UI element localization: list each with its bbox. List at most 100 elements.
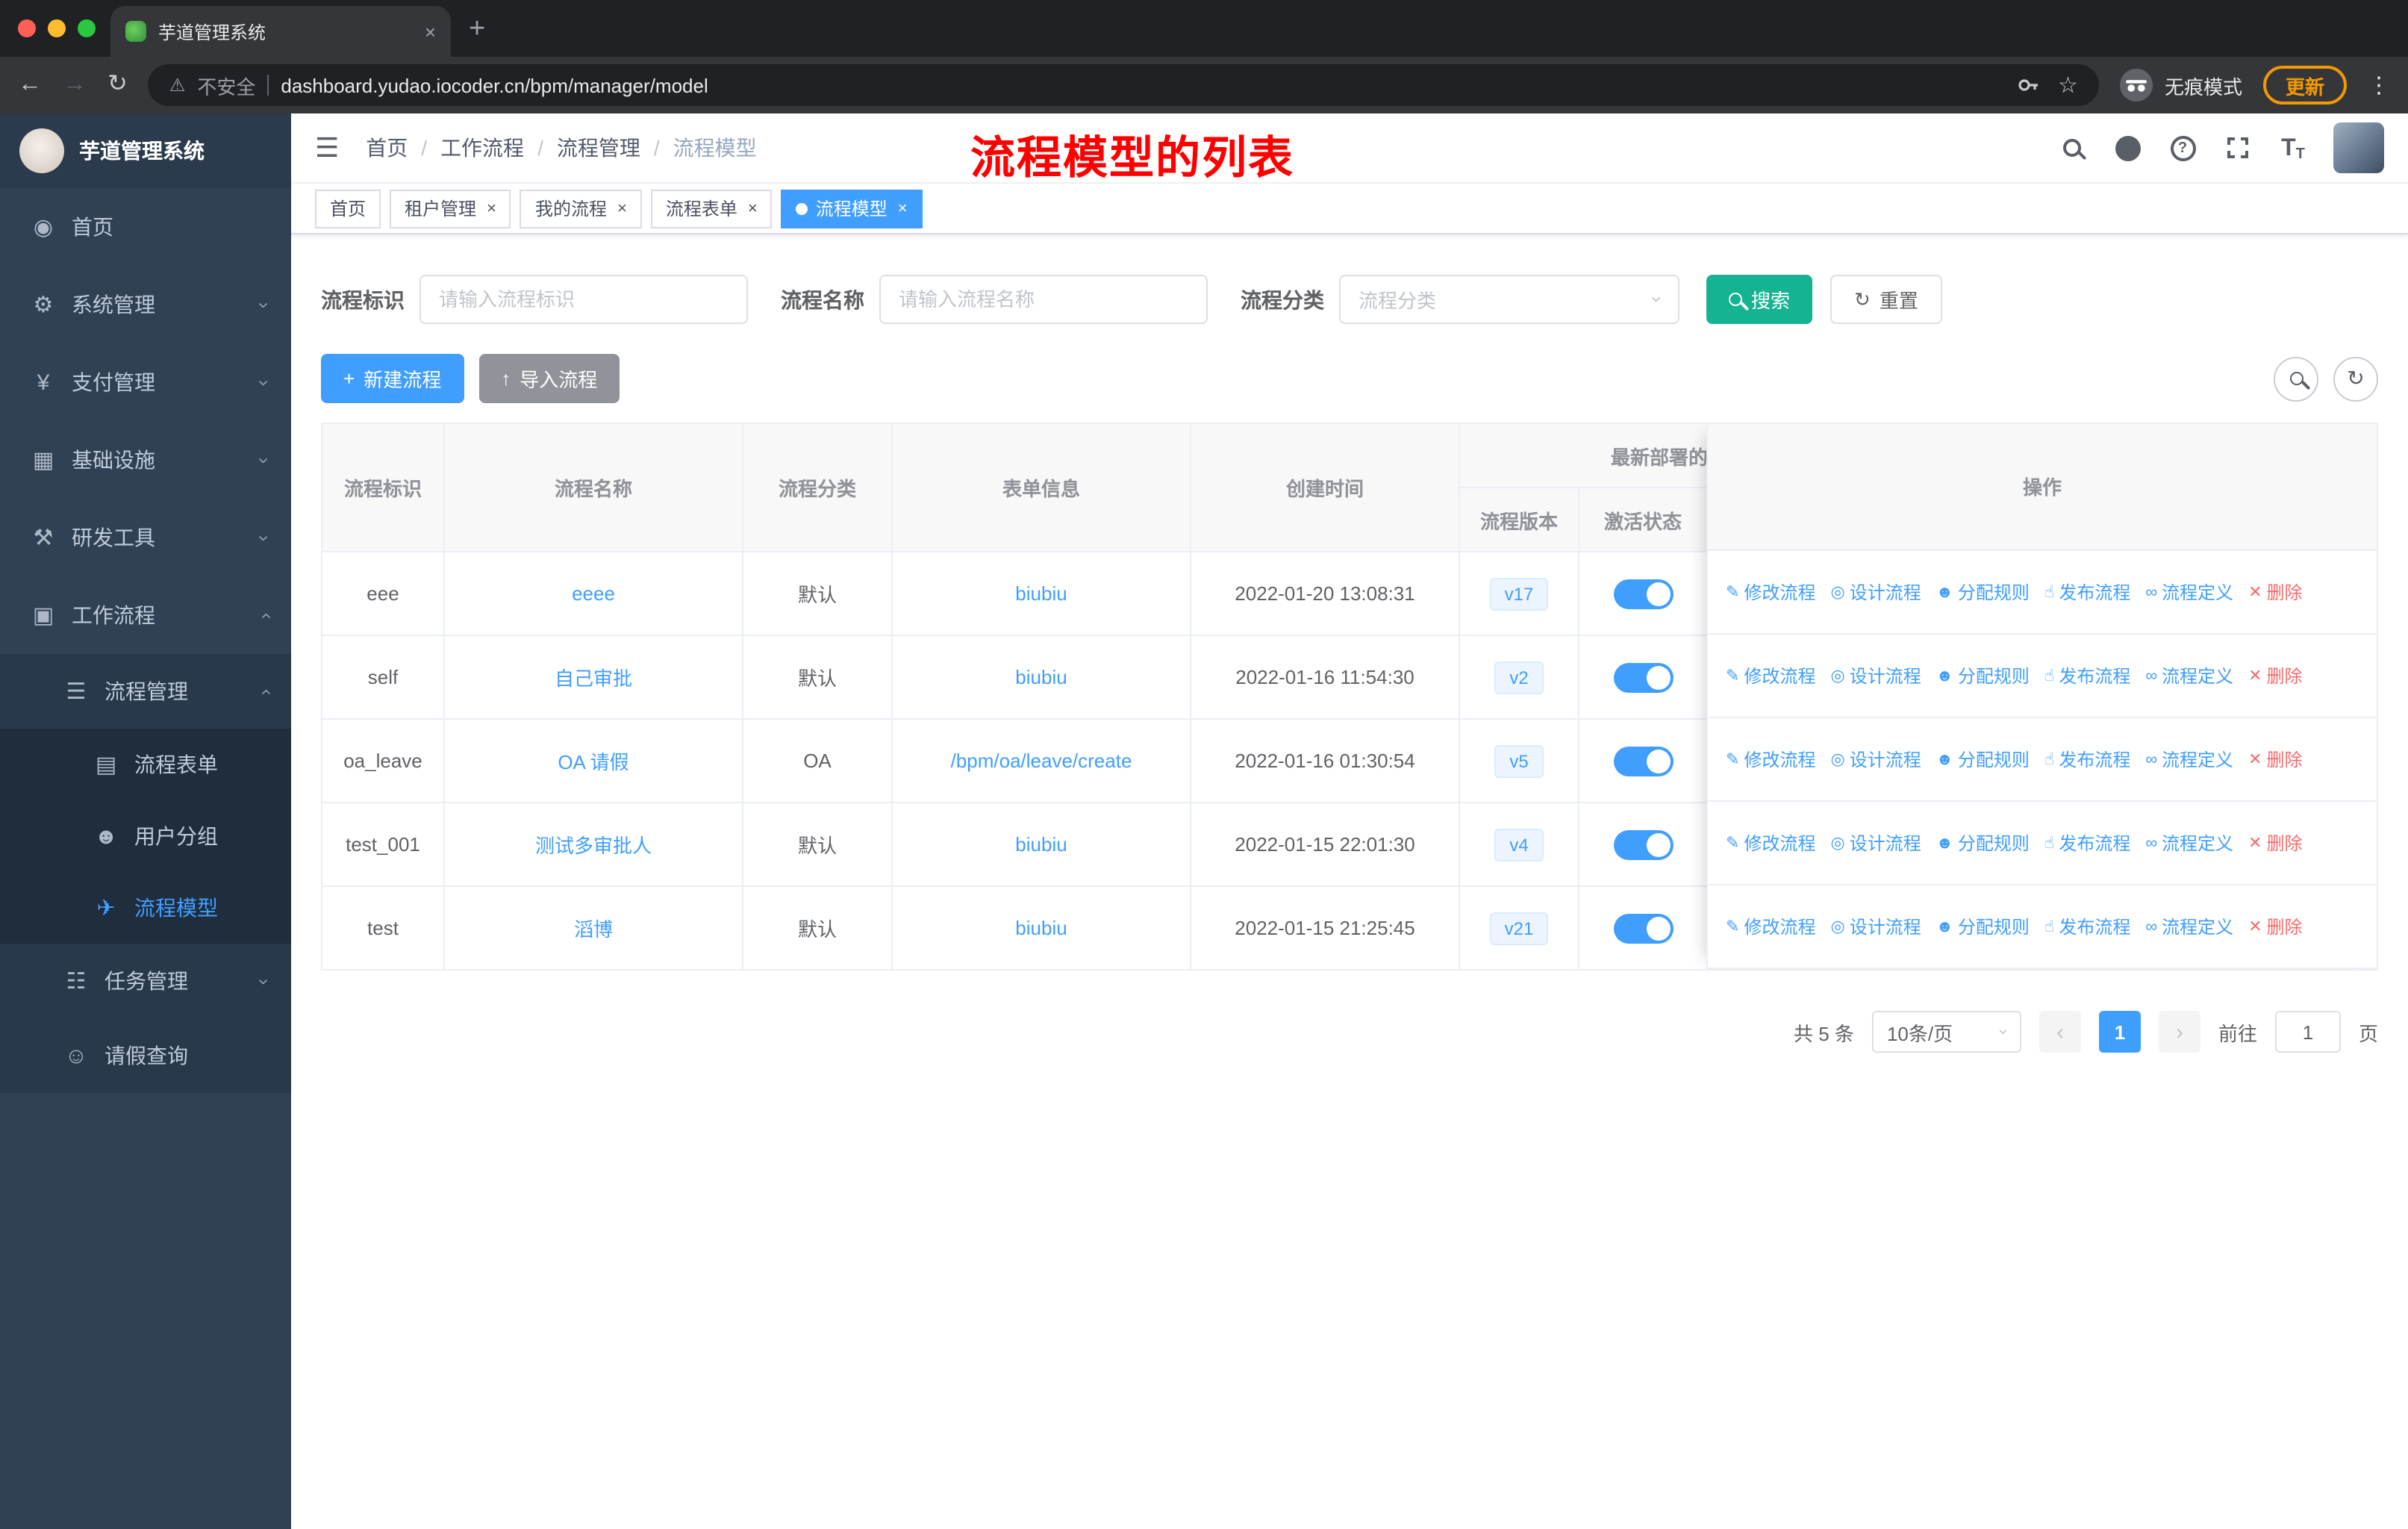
sidebar-item-payment[interactable]: ¥ 支付管理 ›: [0, 343, 291, 421]
sidebar-item-process-model[interactable]: ✈ 流程模型: [0, 872, 291, 944]
process-name-link[interactable]: OA 请假: [558, 751, 628, 773]
help-icon[interactable]: ?: [2168, 133, 2198, 163]
password-key-icon[interactable]: [2016, 73, 2040, 97]
row-action-link[interactable]: ∞ 流程定义: [2145, 830, 2233, 856]
row-action-link[interactable]: ☝ 发布流程: [2044, 663, 2130, 688]
fullscreen-icon[interactable]: [2223, 133, 2253, 163]
row-action-link[interactable]: ☝ 发布流程: [2044, 830, 2130, 856]
tag-process-form[interactable]: 流程表单 ×: [650, 189, 773, 228]
tag-process-model-active[interactable]: 流程模型 ×: [781, 189, 923, 228]
row-action-link[interactable]: ✕ 删除: [2248, 830, 2302, 856]
window-zoom-button[interactable]: [78, 19, 96, 37]
row-action-link[interactable]: ✕ 删除: [2248, 747, 2302, 772]
sidebar-toggle-icon[interactable]: ☰: [315, 132, 339, 164]
reset-button[interactable]: ↻ 重置: [1830, 275, 1942, 324]
url-bar[interactable]: ⚠ 不安全 dashboard.yudao.iocoder.cn/bpm/man…: [148, 64, 2099, 106]
process-name-link[interactable]: 自己审批: [555, 667, 632, 690]
url-text[interactable]: dashboard.yudao.iocoder.cn/bpm/manager/m…: [281, 74, 708, 96]
row-action-link[interactable]: ◎ 设计流程: [1830, 830, 1921, 856]
row-action-link[interactable]: ∞ 流程定义: [2145, 663, 2233, 688]
row-action-link[interactable]: ✎ 修改流程: [1726, 663, 1815, 688]
prev-page-button[interactable]: ‹: [2039, 1011, 2081, 1053]
version-tag[interactable]: v5: [1494, 744, 1544, 777]
row-action-link[interactable]: ✎ 修改流程: [1726, 579, 1815, 605]
refresh-table-button[interactable]: ↻: [2333, 356, 2378, 401]
row-action-link[interactable]: ☻ 分配规则: [1936, 914, 2030, 939]
form-info-link[interactable]: biubiu: [1015, 582, 1067, 605]
row-action-link[interactable]: ✕ 删除: [2248, 914, 2302, 939]
search-icon[interactable]: [2057, 133, 2087, 163]
row-action-link[interactable]: ☝ 发布流程: [2044, 914, 2130, 939]
form-info-link[interactable]: biubiu: [1015, 917, 1067, 939]
process-category-select[interactable]: 流程分类 ›: [1339, 275, 1679, 324]
active-toggle[interactable]: [1613, 829, 1673, 859]
close-icon[interactable]: ×: [748, 199, 758, 217]
version-tag[interactable]: v21: [1489, 912, 1549, 944]
breadcrumb-item[interactable]: 首页: [366, 133, 408, 163]
row-action-link[interactable]: ☻ 分配规则: [1936, 663, 2030, 688]
version-tag[interactable]: v17: [1489, 577, 1549, 610]
process-name-link[interactable]: 测试多审批人: [535, 835, 652, 857]
form-info-link[interactable]: biubiu: [1015, 833, 1067, 856]
row-action-link[interactable]: ✎ 修改流程: [1726, 830, 1815, 856]
sidebar-item-user-group[interactable]: ☻ 用户分组: [0, 800, 291, 872]
reload-icon[interactable]: ↻: [107, 72, 128, 97]
tab-close-icon[interactable]: ×: [425, 20, 436, 43]
row-action-link[interactable]: ☝ 发布流程: [2044, 747, 2130, 772]
app-logo[interactable]: 芋道管理系统: [0, 113, 291, 188]
window-minimize-button[interactable]: [48, 19, 66, 37]
sidebar-item-infrastructure[interactable]: ▦ 基础设施 ›: [0, 421, 291, 499]
tag-tenant-management[interactable]: 租户管理 ×: [390, 189, 511, 228]
chrome-update-button[interactable]: 更新: [2262, 66, 2347, 105]
version-tag[interactable]: v4: [1494, 828, 1544, 861]
row-action-link[interactable]: ✎ 修改流程: [1726, 914, 1815, 939]
back-icon[interactable]: ←: [18, 72, 42, 97]
sidebar-item-system[interactable]: ⚙ 系统管理 ›: [0, 266, 291, 343]
active-toggle[interactable]: [1613, 662, 1673, 692]
not-secure-label[interactable]: 不安全: [197, 71, 255, 99]
process-name-link[interactable]: eeee: [572, 582, 615, 605]
toggle-search-button[interactable]: [2274, 356, 2318, 401]
active-toggle[interactable]: [1613, 913, 1673, 943]
row-action-link[interactable]: ◎ 设计流程: [1830, 914, 1921, 939]
sidebar-item-process-management[interactable]: ☰ 流程管理 ›: [0, 654, 291, 729]
search-button[interactable]: 搜索: [1706, 275, 1813, 324]
row-action-link[interactable]: ☝ 发布流程: [2044, 579, 2130, 605]
next-page-button[interactable]: ›: [2158, 1011, 2200, 1053]
active-toggle[interactable]: [1613, 579, 1673, 608]
row-action-link[interactable]: ✕ 删除: [2248, 663, 2302, 688]
sidebar-item-workflow[interactable]: ▣ 工作流程 ›: [0, 576, 291, 654]
breadcrumb-item[interactable]: 流程管理: [557, 133, 640, 163]
process-id-input[interactable]: [419, 275, 748, 324]
row-action-link[interactable]: ☻ 分配规则: [1936, 747, 2030, 772]
breadcrumb-item[interactable]: 工作流程: [440, 133, 524, 163]
row-action-link[interactable]: ☻ 分配规则: [1936, 830, 2030, 856]
forward-icon[interactable]: →: [63, 72, 87, 97]
sidebar-item-home[interactable]: ◉ 首页: [0, 188, 291, 266]
close-icon[interactable]: ×: [617, 199, 627, 217]
row-action-link[interactable]: ☻ 分配规则: [1936, 579, 2030, 605]
sidebar-item-devtools[interactable]: ⚒ 研发工具 ›: [0, 499, 291, 576]
sidebar-item-task-management[interactable]: ☷ 任务管理 ›: [0, 944, 291, 1018]
sidebar-item-process-form[interactable]: ▤ 流程表单: [0, 729, 291, 800]
browser-menu-icon[interactable]: ⋮: [2368, 72, 2390, 99]
browser-tab[interactable]: 芋道管理系统 ×: [110, 6, 451, 57]
close-icon[interactable]: ×: [487, 199, 496, 217]
active-toggle[interactable]: [1613, 746, 1673, 776]
form-info-link[interactable]: /bpm/oa/leave/create: [951, 750, 1132, 772]
bookmark-star-icon[interactable]: ☆: [2058, 72, 2078, 99]
version-tag[interactable]: v2: [1494, 661, 1544, 694]
process-name-input[interactable]: [879, 275, 1208, 324]
tag-home[interactable]: 首页: [315, 189, 381, 228]
row-action-link[interactable]: ∞ 流程定义: [2145, 747, 2233, 772]
new-tab-button[interactable]: +: [469, 13, 485, 46]
page-size-select[interactable]: 10条/页 ›: [1871, 1011, 2021, 1053]
row-action-link[interactable]: ✎ 修改流程: [1726, 747, 1815, 772]
close-icon[interactable]: ×: [898, 199, 908, 217]
create-process-button[interactable]: + 新建流程: [321, 354, 464, 403]
avatar[interactable]: [2333, 122, 2384, 173]
row-action-link[interactable]: ∞ 流程定义: [2145, 914, 2233, 939]
tag-my-process[interactable]: 我的流程 ×: [520, 189, 642, 228]
goto-page-input[interactable]: [2274, 1011, 2341, 1053]
row-action-link[interactable]: ✕ 删除: [2248, 579, 2302, 605]
